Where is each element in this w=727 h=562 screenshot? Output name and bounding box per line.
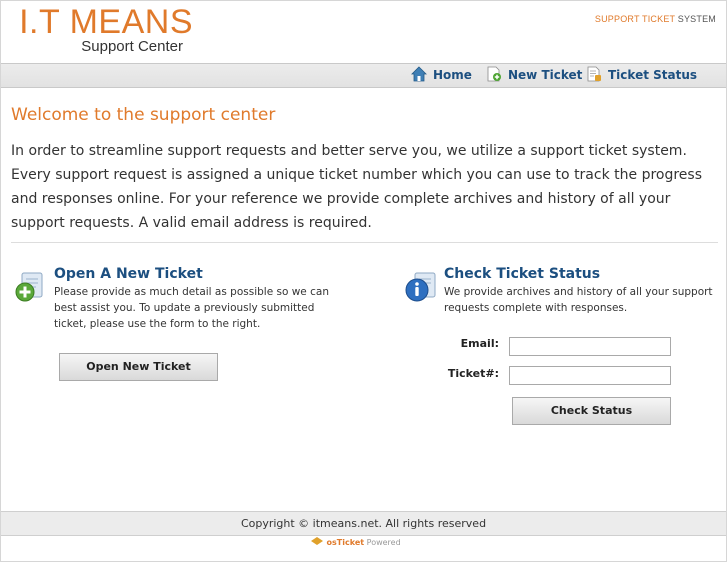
intro-text: In order to streamline support requests … — [11, 143, 703, 231]
ticket-number-label: Ticket#: — [447, 367, 499, 380]
add-ticket-icon — [14, 271, 46, 303]
nav-ticket-status-label: Ticket Status — [608, 68, 698, 82]
nav-bar: Home New Ticket Ticket Status — [1, 63, 726, 88]
open-ticket-title: Open A New Ticket — [54, 266, 203, 282]
logo[interactable]: I.T MEANS Support Center — [17, 3, 193, 55]
check-status-title: Check Ticket Status — [444, 266, 601, 282]
nav-item-home[interactable]: Home — [411, 64, 472, 87]
open-ticket-text: Please provide as much detail as possibl… — [54, 286, 329, 330]
ticket-status-icon — [586, 66, 602, 82]
nav-item-new-ticket[interactable]: New Ticket — [486, 64, 582, 87]
home-icon — [411, 66, 427, 82]
copyright-text: Copyright © itmeans.net. All rights rese… — [240, 517, 487, 530]
nav-home-label: Home — [433, 68, 472, 82]
powered-brand: osTicket — [326, 538, 365, 547]
logo-subtitle: Support Center — [81, 38, 183, 55]
footer: Copyright © itmeans.net. All rights rese… — [1, 511, 726, 536]
info-icon — [405, 271, 437, 303]
nav-new-ticket-label: New Ticket — [508, 68, 583, 82]
header: I.T MEANS Support Center SUPPORT TICKET … — [1, 1, 726, 63]
powered-text: Powered — [364, 538, 401, 547]
logo-title: I.T MEANS — [19, 3, 193, 41]
page-container: I.T MEANS Support Center SUPPORT TICKET … — [0, 0, 727, 562]
open-new-ticket-button[interactable]: Open New Ticket — [59, 353, 218, 381]
check-status-text: We provide archives and history of all y… — [444, 286, 713, 314]
email-label: Email: — [460, 337, 499, 350]
new-ticket-icon — [486, 66, 502, 82]
page-title: Welcome to the support center — [11, 105, 276, 125]
powered-by-badge[interactable]: osTicket Powered — [310, 536, 401, 548]
nav-item-ticket-status[interactable]: Ticket Status — [586, 64, 697, 87]
email-field[interactable] — [509, 337, 671, 356]
divider — [11, 242, 718, 243]
system-label: SUPPORT TICKET SYSTEM — [595, 14, 716, 24]
system-label-rest: SYSTEM — [675, 14, 716, 24]
system-label-accent: SUPPORT TICKET — [594, 14, 676, 24]
ticket-number-field[interactable] — [509, 366, 671, 385]
check-status-button[interactable]: Check Status — [512, 397, 671, 425]
